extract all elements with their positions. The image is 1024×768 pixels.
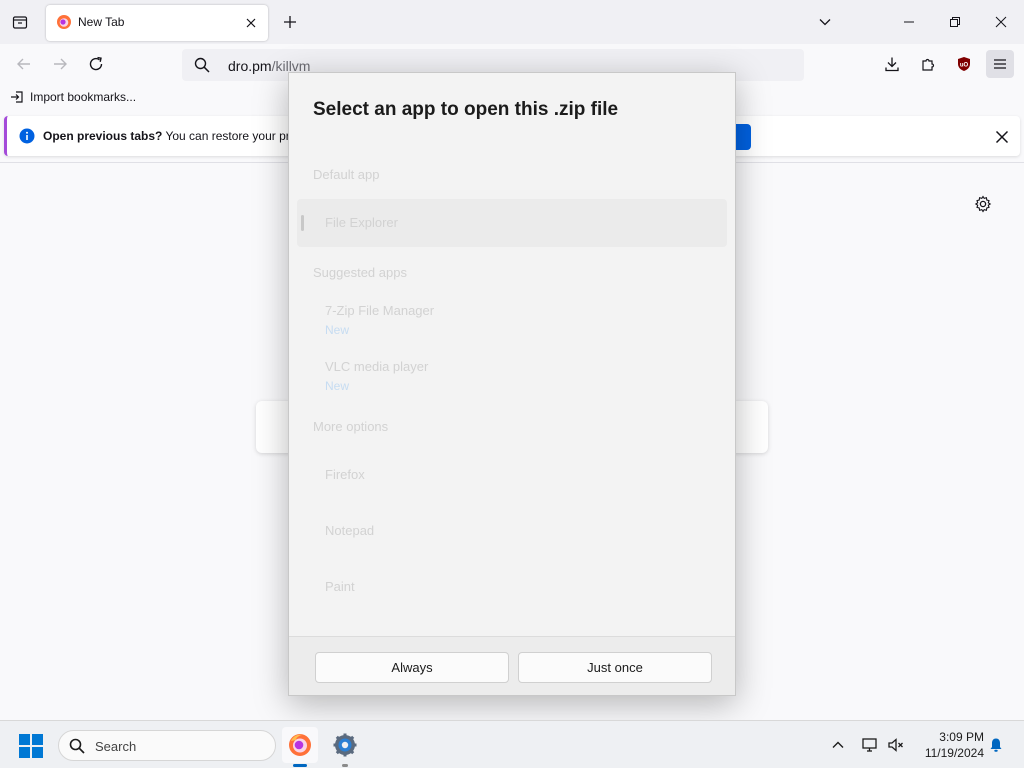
dialog-title: Select an app to open this .zip file — [313, 99, 619, 120]
app-name: File Explorer — [325, 215, 398, 230]
puzzle-icon — [922, 58, 935, 71]
taskbar-app-settings[interactable] — [327, 727, 363, 767]
tab-title: New Tab — [78, 15, 125, 29]
list-all-tabs-button[interactable] — [813, 10, 837, 34]
taskbar-app-firefox[interactable] — [282, 727, 318, 767]
info-icon — [19, 128, 35, 144]
import-bookmarks-label: Import bookmarks... — [30, 90, 137, 104]
hamburger-menu-icon — [994, 59, 1006, 69]
restore-icon — [950, 17, 960, 27]
app-option-paint[interactable]: Paint — [297, 563, 727, 611]
app-new-badge: New — [325, 379, 350, 393]
tab-new-tab[interactable]: New Tab — [46, 5, 268, 41]
personalize-settings-button[interactable] — [972, 193, 994, 215]
taskbar-clock[interactable]: 3:09 PM 11/19/2024 — [912, 729, 984, 761]
just-once-button[interactable]: Just once — [518, 652, 712, 683]
clock-date: 11/19/2024 — [924, 746, 984, 760]
app-option-vlc[interactable]: VLC media player New — [297, 351, 727, 403]
back-button[interactable] — [10, 50, 38, 78]
tab-close-button[interactable] — [242, 14, 260, 32]
ublock-shield-icon: uO — [958, 57, 970, 71]
import-bookmarks-button[interactable]: Import bookmarks... — [10, 90, 136, 104]
search-icon — [69, 738, 85, 754]
svg-text:uO: uO — [960, 63, 969, 69]
volume-tray-button[interactable] — [886, 735, 906, 755]
extensions-button[interactable] — [914, 50, 942, 78]
windows-logo-icon[interactable] — [18, 733, 44, 759]
gear-icon — [974, 195, 992, 213]
notification-bell-icon — [990, 738, 1002, 752]
app-name: Firefox — [325, 467, 365, 482]
section-more-options: More options — [313, 419, 389, 434]
plus-icon — [284, 16, 296, 28]
url-host: dro.pm — [228, 58, 272, 74]
download-icon — [885, 57, 899, 72]
new-tab-button[interactable] — [278, 10, 302, 34]
minimize-icon — [904, 21, 914, 23]
notification-title: Open previous tabs? — [43, 129, 163, 143]
settings-app-icon — [333, 733, 357, 757]
window-close-button[interactable] — [986, 8, 1016, 36]
downloads-button[interactable] — [878, 50, 906, 78]
app-option-file-explorer[interactable]: File Explorer — [297, 199, 727, 247]
forward-button[interactable] — [46, 50, 74, 78]
network-tray-button[interactable] — [860, 735, 880, 755]
show-hidden-icons-button[interactable] — [828, 735, 848, 755]
reload-icon — [89, 56, 103, 71]
app-option-notepad[interactable]: Notepad — [297, 507, 727, 555]
firefox-icon — [289, 734, 311, 756]
close-icon — [995, 130, 1009, 144]
app-name: Notepad — [325, 523, 375, 538]
app-new-badge: New — [325, 323, 350, 337]
selection-indicator — [301, 215, 304, 231]
section-suggested-apps: Suggested apps — [313, 265, 407, 280]
chevron-up-icon — [832, 741, 844, 748]
app-option-7zip[interactable]: 7-Zip File Manager New — [297, 295, 727, 347]
import-icon — [11, 91, 23, 103]
tab-strip: New Tab — [0, 0, 1024, 44]
always-button[interactable]: Always — [315, 652, 509, 683]
taskbar-search-placeholder: Search — [95, 739, 137, 754]
notification-center-button[interactable] — [986, 735, 1006, 755]
clock-time: 3:09 PM — [939, 730, 984, 744]
forward-arrow-icon — [54, 58, 67, 70]
restore-button[interactable] — [940, 8, 970, 36]
minimize-button[interactable] — [894, 8, 924, 36]
windows-taskbar: Search 3:09 PM 11/19/2024 — [0, 720, 1024, 768]
notification-text: Open previous tabs? You can restore your… — [43, 129, 305, 143]
dialog-footer: Always Just once — [289, 636, 735, 695]
firefox-tab-favicon-icon — [57, 15, 71, 29]
notification-close-button[interactable] — [991, 126, 1013, 148]
section-default-app: Default app — [313, 167, 380, 182]
search-icon — [194, 57, 210, 73]
ublock-origin-button[interactable]: uO — [950, 50, 978, 78]
close-icon — [246, 18, 256, 28]
running-app-indicator — [342, 764, 348, 767]
taskbar-search-box[interactable]: Search — [58, 730, 276, 761]
app-menu-button[interactable] — [986, 50, 1014, 78]
active-app-indicator — [293, 764, 307, 767]
back-arrow-icon — [17, 58, 30, 70]
tab-list-button[interactable] — [8, 10, 32, 34]
app-name: Paint — [325, 579, 355, 594]
notification-body: You can restore your previ — [162, 129, 306, 143]
volume-icon — [888, 738, 903, 752]
app-name: VLC media player — [325, 359, 429, 374]
tab-list-icon — [12, 16, 28, 29]
app-option-firefox[interactable]: Firefox — [297, 451, 727, 499]
app-name: 7-Zip File Manager — [325, 303, 435, 318]
chevron-down-icon — [819, 19, 831, 26]
close-icon — [995, 16, 1007, 28]
reload-button[interactable] — [82, 50, 110, 78]
open-with-dialog: Select an app to open this .zip file Def… — [288, 72, 736, 696]
network-icon — [862, 738, 877, 752]
